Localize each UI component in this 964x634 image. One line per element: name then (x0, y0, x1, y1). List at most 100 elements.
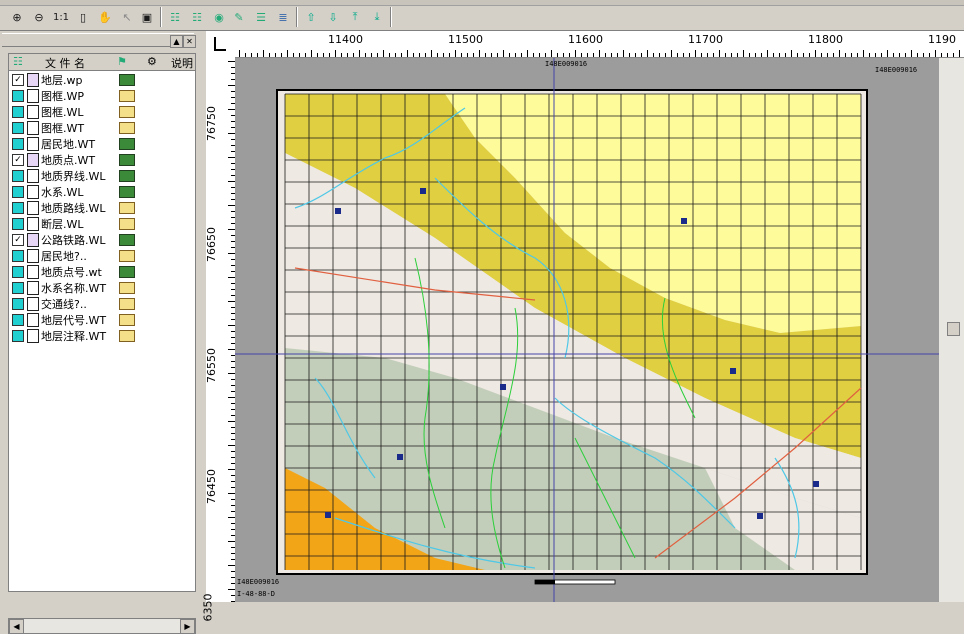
layer-visibility-checkbox[interactable] (12, 202, 24, 214)
layer-add-icon[interactable]: ☷ (166, 8, 184, 26)
pan-hand-icon[interactable]: ✋ (96, 8, 114, 26)
layer-name: 图框.WT (41, 122, 85, 135)
layer-file-icon (27, 169, 39, 183)
layer-row[interactable]: 地质点号.wt (9, 263, 195, 279)
zoom-1-1-button[interactable]: 1:1 (52, 8, 70, 26)
ruler-top-tick (491, 53, 492, 57)
settlement-marker (325, 512, 331, 518)
layer-row[interactable]: 水系名称.WT (9, 279, 195, 295)
map-vscrollbar[interactable] (939, 58, 964, 602)
folder-icon[interactable] (119, 90, 135, 102)
layer-visibility-checkbox[interactable] (12, 122, 24, 134)
layer-row[interactable]: 地质界线.WL (9, 167, 195, 183)
arrow-down-icon[interactable]: ⇩ (324, 8, 342, 26)
layer-edit-icon[interactable] (119, 170, 135, 182)
ruler-top-tick (479, 50, 480, 57)
ruler-left-tick (228, 373, 235, 374)
layer-visibility-checkbox[interactable] (12, 106, 24, 118)
layer-row[interactable]: 居民地.WT (9, 135, 195, 151)
panel-hscrollbar[interactable]: ◀ ▶ (8, 618, 196, 634)
ruler-top-tick (839, 50, 840, 57)
layer-visibility-checkbox[interactable]: ✓ (12, 234, 24, 246)
folder-icon[interactable] (119, 314, 135, 326)
ruler-left-tick (228, 349, 235, 350)
layer-visibility-checkbox[interactable] (12, 90, 24, 102)
layer-visibility-checkbox[interactable]: ✓ (12, 154, 24, 166)
ruler-top-tick (827, 53, 828, 57)
folder-icon[interactable] (119, 202, 135, 214)
layer-name: 地层.wp (41, 74, 83, 87)
layer-row[interactable]: ✓ 地质点.WT (9, 151, 195, 167)
pointer-icon[interactable]: ↖ (118, 8, 136, 26)
folder-icon[interactable] (119, 122, 135, 134)
layer-list-icon[interactable]: ≣ (274, 8, 292, 26)
layer-globe-icon[interactable]: ◉ (210, 8, 228, 26)
layer-row[interactable]: 图框.WL (9, 103, 195, 119)
layer-edit-icon[interactable] (119, 74, 135, 86)
layer-row[interactable]: ✓ 地层.wp (9, 71, 195, 87)
layer-visibility-checkbox[interactable] (12, 330, 24, 342)
ruler-top-tick (419, 53, 420, 57)
layer-visibility-checkbox[interactable] (12, 314, 24, 326)
layer-visibility-checkbox[interactable] (12, 298, 24, 310)
folder-icon[interactable] (119, 250, 135, 262)
map-canvas[interactable]: I48E009016 I48E009016 I48E009016 I-48-88… (235, 58, 939, 602)
arrow-top-icon[interactable]: ⤒ (346, 8, 364, 26)
panel-pin-icon[interactable]: ▲ (170, 35, 183, 48)
layer-row[interactable]: 水系.WL (9, 183, 195, 199)
layer-visibility-checkbox[interactable] (12, 282, 24, 294)
layer-row[interactable]: 地层代号.WT (9, 311, 195, 327)
layer-row[interactable]: 交通线?.. (9, 295, 195, 311)
layer-row[interactable]: ✓ 公路铁路.WL (9, 231, 195, 247)
toolbar-separator (160, 7, 162, 27)
layer-row[interactable]: 居民地?.. (9, 247, 195, 263)
ruler-left-tick (228, 517, 235, 518)
layer-visibility-checkbox[interactable] (12, 186, 24, 198)
zoom-out-icon[interactable]: ⊖ (30, 8, 48, 26)
layer-visibility-checkbox[interactable] (12, 170, 24, 182)
layer-visibility-checkbox[interactable] (12, 218, 24, 230)
ruler-top-tick (821, 53, 822, 57)
scroll-right-icon[interactable]: ▶ (180, 619, 195, 634)
folder-icon[interactable] (119, 106, 135, 118)
layer-row[interactable]: 图框.WT (9, 119, 195, 135)
arrow-bottom-icon[interactable]: ⤓ (368, 8, 386, 26)
layer-row[interactable]: 断层.WL (9, 215, 195, 231)
layer-name: 图框.WP (41, 90, 85, 103)
map-svg[interactable]: I48E009016 I48E009016 I48E009016 I-48-88… (235, 58, 939, 602)
ruler-left-tick (228, 445, 235, 446)
folder-icon[interactable] (119, 330, 135, 342)
layer-row[interactable]: 地质路线.WL (9, 199, 195, 215)
layer-visibility-checkbox[interactable]: ✓ (12, 74, 24, 86)
folder-icon[interactable] (119, 282, 135, 294)
layer-edit-icon[interactable] (119, 154, 135, 166)
layer-edit-icon[interactable] (119, 138, 135, 150)
layer-visibility-checkbox[interactable] (12, 250, 24, 262)
fit-window-icon[interactable]: ▣ (138, 8, 156, 26)
ruler-top-tick (473, 53, 474, 57)
panel-close-icon[interactable]: ✕ (183, 35, 196, 48)
layer-file-icon (27, 89, 39, 103)
vscroll-thumb[interactable] (947, 322, 960, 336)
folder-icon[interactable] (119, 298, 135, 310)
ruler-top-tick (635, 53, 636, 57)
layer-edit-icon[interactable] (119, 266, 135, 278)
folder-icon[interactable] (119, 218, 135, 230)
layer-edit-icon[interactable] (119, 234, 135, 246)
layer-row[interactable]: 地层注释.WT (9, 327, 195, 343)
layer-edit-icon[interactable] (119, 186, 135, 198)
map-view: 11400 11500 11600 11700 11800 1190 76750 76650… (202, 31, 964, 622)
zoom-in-icon[interactable]: ⊕ (8, 8, 26, 26)
scroll-left-icon[interactable]: ◀ (9, 619, 24, 634)
zoom-window-icon[interactable]: ▯ (74, 8, 92, 26)
toolbar-top-strip (0, 0, 964, 6)
arrow-up-icon[interactable]: ⇧ (302, 8, 320, 26)
layer-remove-icon[interactable]: ☷ (188, 8, 206, 26)
layer-visibility-checkbox[interactable] (12, 266, 24, 278)
layer-edit-icon[interactable]: ✎ (230, 8, 248, 26)
layer-visibility-checkbox[interactable] (12, 138, 24, 150)
layer-prop-icon[interactable]: ☰ (252, 8, 270, 26)
layer-name: 地层代号.WT (41, 314, 107, 327)
settlement-marker (730, 368, 736, 374)
layer-row[interactable]: 图框.WP (9, 87, 195, 103)
